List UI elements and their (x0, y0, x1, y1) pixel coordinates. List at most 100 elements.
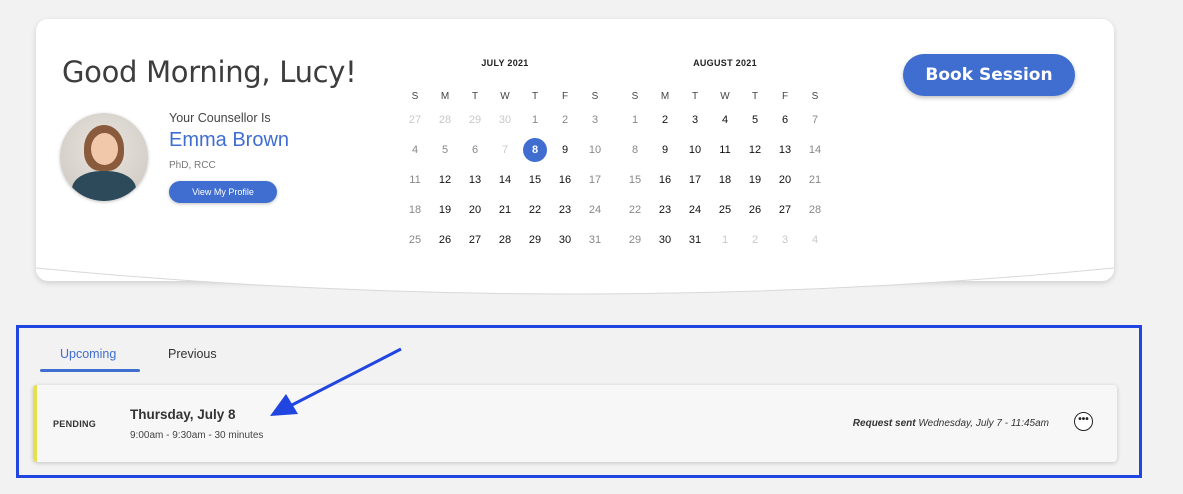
calendar-day[interactable]: 3 (580, 111, 610, 141)
calendar-day[interactable]: 29 (520, 231, 550, 261)
calendar-day[interactable]: 20 (460, 201, 490, 231)
calendar-day[interactable]: 11 (400, 171, 430, 201)
calendar-day[interactable]: 9 (650, 141, 680, 171)
calendar-day[interactable]: 15 (520, 171, 550, 201)
calendar-day-number: 20 (778, 174, 792, 186)
calendar-day[interactable]: 19 (430, 201, 460, 231)
calendar-day[interactable]: 28 (430, 111, 460, 141)
calendar-day[interactable]: 4 (710, 111, 740, 141)
greeting-title: Good Morning, Lucy! (62, 55, 357, 89)
calendar-day[interactable]: 2 (550, 111, 580, 141)
calendar-day[interactable]: 13 (460, 171, 490, 201)
calendar-day-number: 4 (721, 114, 729, 126)
calendar-day[interactable]: 11 (710, 141, 740, 171)
calendar-day[interactable]: 6 (460, 141, 490, 171)
avatar (60, 113, 148, 201)
calendar-day[interactable]: 31 (580, 231, 610, 261)
calendar-day[interactable]: 3 (770, 231, 800, 261)
calendar-day[interactable]: 21 (490, 201, 520, 231)
calendar-day[interactable]: 10 (680, 141, 710, 171)
calendar-day[interactable]: 7 (800, 111, 830, 141)
calendar-day[interactable]: 12 (740, 141, 770, 171)
calendar-day[interactable]: 30 (490, 111, 520, 141)
view-profile-button[interactable]: View My Profile (169, 181, 277, 203)
calendar-day[interactable]: 28 (800, 201, 830, 231)
calendar-day[interactable]: 22 (520, 201, 550, 231)
appointment-time: 9:00am - 9:30am - 30 minutes (130, 430, 264, 441)
calendar-day[interactable]: 29 (460, 111, 490, 141)
calendar-day[interactable]: 27 (770, 201, 800, 231)
calendar-day[interactable]: 1 (520, 111, 550, 141)
calendar-day[interactable]: 19 (740, 171, 770, 201)
calendar-day-selected[interactable]: 8 (520, 138, 550, 171)
calendar-day[interactable]: 29 (620, 231, 650, 261)
calendar-day[interactable]: 27 (460, 231, 490, 261)
calendar-day[interactable]: 4 (400, 141, 430, 171)
tab-upcoming[interactable]: Upcoming (60, 347, 116, 361)
calendar-day[interactable]: 13 (770, 141, 800, 171)
calendar-day[interactable]: 17 (680, 171, 710, 201)
more-icon[interactable]: ••• (1074, 412, 1093, 431)
calendar-day[interactable]: 26 (430, 231, 460, 261)
calendar-day-number: 24 (688, 204, 702, 216)
calendar-day[interactable]: 23 (550, 201, 580, 231)
calendar-day[interactable]: 16 (550, 171, 580, 201)
calendar-day[interactable]: 1 (710, 231, 740, 261)
calendar-day[interactable]: 9 (550, 141, 580, 171)
calendar-day-number: 3 (691, 114, 699, 126)
tab-previous[interactable]: Previous (168, 347, 217, 361)
calendar-day-number: 24 (588, 204, 602, 216)
book-session-button[interactable]: Book Session (903, 54, 1075, 96)
calendar-day[interactable]: 10 (580, 141, 610, 171)
calendar-day[interactable]: 14 (800, 141, 830, 171)
calendar-day-number: 14 (498, 174, 512, 186)
calendar-day-number: 18 (408, 204, 422, 216)
calendar-day[interactable]: 22 (620, 201, 650, 231)
calendar-day[interactable]: 25 (400, 231, 430, 261)
calendar-day[interactable]: 24 (580, 201, 610, 231)
calendar-day[interactable]: 26 (740, 201, 770, 231)
calendar-day[interactable]: 27 (400, 111, 430, 141)
calendar-day[interactable]: 5 (740, 111, 770, 141)
calendar-day-number: 6 (781, 114, 789, 126)
calendar-day[interactable]: 3 (680, 111, 710, 141)
counsellor-label: Your Counsellor Is (169, 111, 271, 125)
calendar-day[interactable]: 15 (620, 171, 650, 201)
calendar-july: JULY 2021 S M T W T F S 27 28 29 30 1 2 3 4 5 6 7 8 9 10 11 12… (400, 58, 610, 261)
calendar-day[interactable]: 5 (430, 141, 460, 171)
calendar-day[interactable]: 12 (430, 171, 460, 201)
calendar-day[interactable]: 2 (650, 111, 680, 141)
calendar-day[interactable]: 6 (770, 111, 800, 141)
calendar-day[interactable]: 16 (650, 171, 680, 201)
calendar-day[interactable]: 31 (680, 231, 710, 261)
calendar-weekday: T (531, 91, 539, 102)
calendar-day-number: 31 (688, 234, 702, 246)
calendar-weekday: T (751, 91, 759, 102)
calendar-weekday: F (781, 91, 789, 102)
calendar-day[interactable]: 14 (490, 171, 520, 201)
calendar-day[interactable]: 30 (550, 231, 580, 261)
calendar-day[interactable]: 30 (650, 231, 680, 261)
calendar-day-number: 1 (631, 114, 639, 126)
calendar-day[interactable]: 17 (580, 171, 610, 201)
calendar-day[interactable]: 21 (800, 171, 830, 201)
calendar-day[interactable]: 25 (710, 201, 740, 231)
request-sent-info: Request sent Wednesday, July 7 - 11:45am (853, 418, 1049, 429)
calendar-day[interactable]: 1 (620, 111, 650, 141)
calendar-day-number: 25 (718, 204, 732, 216)
calendar-day[interactable]: 28 (490, 231, 520, 261)
calendar-grid: S M T W T F S 27 28 29 30 1 2 3 4 5 6 7 8 9 10 11 12 13 14 15 16 17… (400, 91, 610, 261)
calendar-day[interactable]: 23 (650, 201, 680, 231)
calendar-day[interactable]: 20 (770, 171, 800, 201)
calendar-day-number: 30 (558, 234, 572, 246)
calendar-day-number: 23 (558, 204, 572, 216)
calendar-day[interactable]: 7 (490, 141, 520, 171)
calendar-weekday: S (811, 91, 819, 102)
calendar-day[interactable]: 18 (710, 171, 740, 201)
calendar-day[interactable]: 18 (400, 201, 430, 231)
calendar-day[interactable]: 2 (740, 231, 770, 261)
calendar-day[interactable]: 4 (800, 231, 830, 261)
calendar-title: AUGUST 2021 (693, 58, 757, 68)
calendar-day[interactable]: 8 (620, 141, 650, 171)
calendar-day[interactable]: 24 (680, 201, 710, 231)
